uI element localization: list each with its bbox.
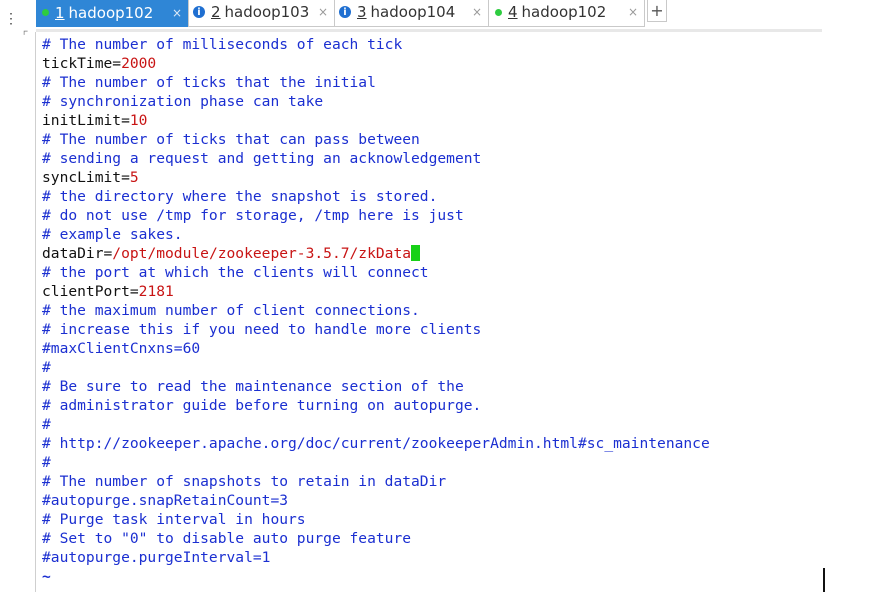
tab-hadoop103-2[interactable]: i 2 hadoop103 × — [189, 0, 335, 27]
editor-line: #maxClientCnxns=60 — [42, 339, 822, 358]
comment-text: # — [42, 359, 51, 376]
comment-text: #autopurge.purgeInterval=1 — [42, 549, 271, 566]
config-value: /opt/module/zookeeper-3.5.7/zkData — [112, 245, 412, 262]
editor-line: # The number of milliseconds of each tic… — [42, 35, 822, 54]
terminal-editor[interactable]: # The number of milliseconds of each tic… — [42, 35, 822, 586]
close-tab-icon[interactable]: × — [628, 5, 638, 19]
config-value: 2000 — [121, 55, 157, 72]
comment-text: # the maximum number of client connectio… — [42, 302, 420, 319]
close-tab-icon[interactable]: × — [172, 6, 182, 20]
editor-line: # the directory where the snapshot is st… — [42, 187, 822, 206]
comment-text: # — [42, 416, 51, 433]
editor-line: syncLimit=5 — [42, 168, 822, 187]
tab-number: 2 — [211, 3, 221, 21]
comment-text: # — [42, 454, 51, 471]
tab-host-label: hadoop102 — [68, 3, 154, 22]
tab-number: 4 — [508, 3, 518, 21]
editor-line: # do not use /tmp for storage, /tmp here… — [42, 206, 822, 225]
tab-host-label: hadoop103 — [224, 3, 310, 21]
comment-text: # http://zookeeper.apache.org/doc/curren… — [42, 435, 710, 452]
editor-line: # the port at which the clients will con… — [42, 263, 822, 282]
add-tab-button[interactable]: + — [647, 0, 667, 22]
editor-line: dataDir=/opt/module/zookeeper-3.5.7/zkDa… — [42, 244, 822, 263]
comment-text: # Be sure to read the maintenance sectio… — [42, 378, 464, 395]
mouse-ibeam-cursor — [823, 568, 825, 592]
comment-text: # The number of ticks that the initial — [42, 74, 376, 91]
comment-text: #autopurge.snapRetainCount=3 — [42, 492, 289, 509]
comment-text: # the port at which the clients will con… — [42, 264, 429, 281]
editor-line: tickTime=2000 — [42, 54, 822, 73]
editor-line: #autopurge.snapRetainCount=3 — [42, 491, 822, 510]
bracket-marker-icon: ⌜ — [22, 28, 30, 42]
config-value: 5 — [129, 169, 139, 186]
tab-number: 3 — [357, 3, 367, 21]
config-key: syncLimit= — [42, 169, 130, 186]
editor-line: # The number of snapshots to retain in d… — [42, 472, 822, 491]
session-tab-bar: 1 hadoop102 × i 2 hadoop103 × i 3 hadoop104 × 4 hado… — [36, 0, 822, 28]
tab-number: 1 — [55, 3, 65, 22]
info-icon: i — [193, 6, 205, 18]
editor-line: # Set to "0" to disable auto purge featu… — [42, 529, 822, 548]
editor-line: #autopurge.purgeInterval=1 — [42, 548, 822, 567]
comment-text: #maxClientCnxns=60 — [42, 340, 201, 357]
editor-line: # Purge task interval in hours — [42, 510, 822, 529]
config-key: clientPort= — [42, 283, 139, 300]
config-key: dataDir= — [42, 245, 113, 262]
editor-line: # http://zookeeper.apache.org/doc/curren… — [42, 434, 822, 453]
comment-text: # Set to "0" to disable auto purge featu… — [42, 530, 412, 547]
config-key: initLimit= — [42, 112, 130, 129]
editor-line: ~ — [42, 567, 822, 586]
empty-line-tilde: ~ — [42, 568, 51, 585]
comment-text: # do not use /tmp for storage, /tmp here… — [42, 207, 464, 224]
editor-line: # The number of ticks that the initial — [42, 73, 822, 92]
comment-text: # The number of milliseconds of each tic… — [42, 36, 403, 53]
close-tab-icon[interactable]: × — [472, 5, 482, 19]
config-value: 2181 — [138, 283, 174, 300]
close-tab-icon[interactable]: × — [318, 5, 328, 19]
comment-text: # Purge task interval in hours — [42, 511, 306, 528]
editor-line: # — [42, 453, 822, 472]
comment-text: # synchronization phase can take — [42, 93, 324, 110]
editor-line: # — [42, 415, 822, 434]
connection-status-dot-icon — [495, 8, 502, 16]
editor-left-border — [35, 32, 36, 592]
tab-hadoop102-4[interactable]: 4 hadoop102 × — [489, 0, 645, 27]
editor-line: # synchronization phase can take — [42, 92, 822, 111]
editor-line: # — [42, 358, 822, 377]
editor-line: clientPort=2181 — [42, 282, 822, 301]
tab-host-label: hadoop102 — [521, 3, 607, 21]
tab-host-label: hadoop104 — [370, 3, 456, 21]
comment-text: # the directory where the snapshot is st… — [42, 188, 438, 205]
editor-line: # Be sure to read the maintenance sectio… — [42, 377, 822, 396]
tab-bar-divider — [36, 29, 822, 32]
editor-line: # administrator guide before turning on … — [42, 396, 822, 415]
text-cursor — [411, 245, 421, 261]
comment-text: # example sakes. — [42, 226, 183, 243]
comment-text: # sending a request and getting an ackno… — [42, 150, 482, 167]
editor-line: # sending a request and getting an ackno… — [42, 149, 822, 168]
connection-status-dot-icon — [42, 9, 49, 16]
comment-text: # The number of snapshots to retain in d… — [42, 473, 447, 490]
config-key: tickTime= — [42, 55, 122, 72]
tab-hadoop102-1[interactable]: 1 hadoop102 × — [36, 0, 189, 27]
comment-text: # administrator guide before turning on … — [42, 397, 482, 414]
editor-line: # example sakes. — [42, 225, 822, 244]
editor-line: # increase this if you need to handle mo… — [42, 320, 822, 339]
comment-text: # increase this if you need to handle mo… — [42, 321, 482, 338]
left-gutter: ⋮ ⌜ — [0, 0, 34, 610]
comment-text: # The number of ticks that can pass betw… — [42, 131, 420, 148]
editor-line: # the maximum number of client connectio… — [42, 301, 822, 320]
vertical-dots-menu-icon[interactable]: ⋮ — [4, 12, 18, 26]
tab-hadoop104-3[interactable]: i 3 hadoop104 × — [335, 0, 489, 27]
editor-line: initLimit=10 — [42, 111, 822, 130]
config-value: 10 — [129, 112, 148, 129]
info-icon: i — [339, 6, 351, 18]
editor-line: # The number of ticks that can pass betw… — [42, 130, 822, 149]
